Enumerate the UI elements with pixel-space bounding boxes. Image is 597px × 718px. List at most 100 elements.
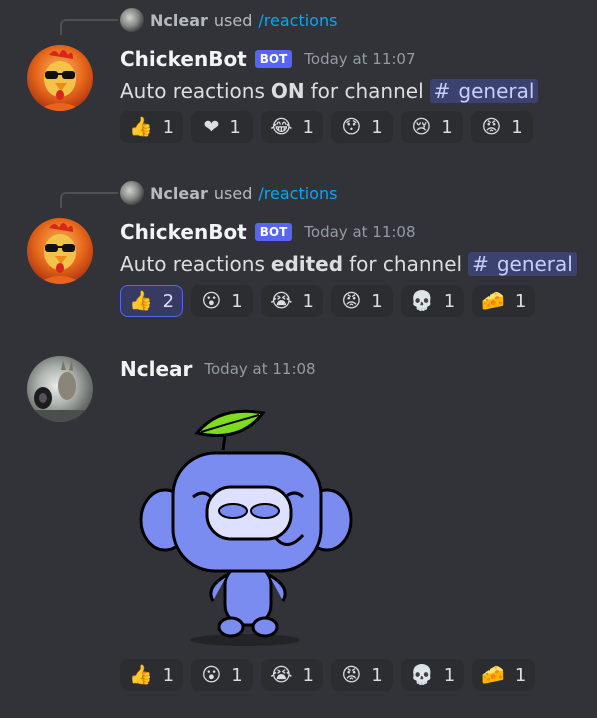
- reaction-count: 1: [511, 116, 523, 138]
- reaction-count: 2: [162, 290, 175, 312]
- reaction-bar: 👍 1 ❤ 1 😂 1 😯 1 😢 1 😡 1: [120, 111, 534, 143]
- author-name[interactable]: Nclear: [120, 357, 192, 381]
- reaction-button[interactable]: 👍 2: [120, 285, 184, 317]
- reaction-emoji-icon: 🧀: [481, 289, 505, 312]
- reply-used-text: used: [213, 10, 253, 30]
- content-text-bold: edited: [270, 252, 344, 276]
- channel-name: general: [496, 252, 573, 276]
- channel-mention[interactable]: # general: [468, 252, 577, 276]
- message-header: ChickenBot BOT Today at 11:07: [120, 47, 416, 71]
- chicken-avatar-icon: [37, 223, 83, 284]
- reaction-emoji-icon: ❤: [203, 115, 220, 138]
- channel-mention[interactable]: # general: [429, 79, 539, 103]
- reaction-emoji-icon: 😡: [341, 663, 362, 686]
- reply-avatar[interactable]: [120, 181, 144, 205]
- reaction-emoji-icon: 👍: [129, 115, 153, 138]
- reply-username[interactable]: Nclear: [150, 11, 208, 30]
- message-header: ChickenBot BOT Today at 11:08: [120, 220, 416, 244]
- reaction-emoji-icon: 💀: [410, 663, 434, 686]
- author-name[interactable]: ChickenBot: [120, 220, 247, 244]
- avatar[interactable]: [27, 218, 93, 284]
- reaction-count: 1: [229, 116, 241, 138]
- reaction-button[interactable]: 💀 1: [401, 659, 465, 691]
- channel-hash-icon: #: [472, 252, 489, 276]
- reaction-button[interactable]: 😭 1: [261, 285, 324, 317]
- reaction-button[interactable]: 😡 1: [331, 659, 394, 691]
- content-text-after: for channel: [310, 79, 424, 103]
- timestamp[interactable]: Today at 11:07: [304, 50, 415, 68]
- reaction-count: 1: [443, 290, 456, 312]
- reaction-emoji-icon: 😡: [341, 289, 362, 312]
- reply-context[interactable]: Nclear used /reactions: [120, 181, 337, 205]
- reaction-count: 1: [514, 290, 527, 312]
- reaction-button[interactable]: 😯 1: [331, 111, 394, 143]
- reaction-button[interactable]: 🧀 1: [472, 659, 536, 691]
- reply-context[interactable]: Nclear used /reactions: [120, 8, 337, 32]
- reaction-emoji-icon: 😯: [341, 115, 362, 138]
- avatar[interactable]: [27, 356, 93, 422]
- reply-avatar[interactable]: [120, 8, 144, 32]
- content-text-bold: ON: [270, 79, 305, 103]
- timestamp[interactable]: Today at 11:08: [204, 360, 315, 378]
- reaction-button[interactable]: 🧀 1: [472, 285, 536, 317]
- reaction-emoji-icon: 🧀: [481, 663, 505, 686]
- reaction-button[interactable]: 😂 1: [261, 111, 324, 143]
- reaction-button[interactable]: 😮 1: [191, 285, 254, 317]
- chicken-avatar-icon: [37, 50, 83, 111]
- channel-hash-icon: #: [433, 79, 451, 103]
- reaction-button[interactable]: 😮 1: [191, 659, 254, 691]
- avatar[interactable]: [27, 45, 93, 111]
- reaction-count: 1: [231, 290, 243, 312]
- message-content: Auto reactions ON for channel # general: [120, 77, 539, 105]
- reaction-emoji-icon: 😢: [411, 115, 432, 138]
- reaction-button[interactable]: 😡 1: [471, 111, 534, 143]
- reaction-button[interactable]: 👍 1: [120, 659, 184, 691]
- content-text-after: for channel: [349, 252, 463, 276]
- reaction-count: 1: [514, 664, 527, 686]
- reaction-emoji-icon: 👍: [129, 663, 153, 686]
- reaction-count: 1: [162, 116, 175, 138]
- reaction-count: 1: [443, 664, 456, 686]
- wumpus-sticker-icon: [139, 409, 353, 646]
- reaction-emoji-icon: 👍: [129, 289, 153, 312]
- bot-tag: BOT: [254, 50, 293, 68]
- reaction-count: 1: [371, 664, 383, 686]
- reaction-button[interactable]: 😢 1: [401, 111, 464, 143]
- message-header: Nclear Today at 11:08: [120, 357, 316, 381]
- reaction-emoji-icon: 😭: [270, 289, 293, 312]
- reply-connector: [60, 192, 118, 208]
- reaction-bar: 👍 1 😮 1 😭 1 😡 1 💀 1 🧀 1: [120, 659, 536, 691]
- reaction-emoji-icon: 😂: [270, 115, 293, 138]
- reply-connector: [60, 19, 118, 35]
- reaction-emoji-icon: 💀: [410, 289, 434, 312]
- reply-command[interactable]: /reactions: [258, 11, 337, 30]
- reaction-button[interactable]: 😡 1: [331, 285, 394, 317]
- timestamp[interactable]: Today at 11:08: [304, 223, 415, 241]
- reply-command[interactable]: /reactions: [258, 184, 337, 203]
- reaction-count: 1: [302, 290, 314, 312]
- wumpus-sticker[interactable]: [135, 405, 355, 650]
- reaction-button[interactable]: 💀 1: [401, 285, 465, 317]
- reaction-emoji-icon: 😮: [201, 663, 222, 686]
- reaction-button[interactable]: 😭 1: [261, 659, 324, 691]
- reply-username[interactable]: Nclear: [150, 184, 208, 203]
- reply-used-text: used: [213, 183, 253, 203]
- content-text-before: Auto reactions: [120, 79, 265, 103]
- reaction-button[interactable]: ❤ 1: [191, 111, 254, 143]
- reaction-count: 1: [371, 290, 383, 312]
- reaction-count: 1: [162, 664, 175, 686]
- reaction-count: 1: [231, 664, 243, 686]
- reaction-emoji-icon: 😭: [270, 663, 293, 686]
- bot-tag: BOT: [254, 223, 293, 241]
- reaction-count: 1: [371, 116, 383, 138]
- reaction-count: 1: [302, 664, 314, 686]
- reaction-emoji-icon: 😮: [201, 289, 222, 312]
- reaction-button[interactable]: 👍 1: [120, 111, 184, 143]
- message-content: Auto reactions edited for channel # gene…: [120, 250, 577, 278]
- author-name[interactable]: ChickenBot: [120, 47, 247, 71]
- reaction-count: 1: [441, 116, 453, 138]
- reaction-bar: 👍 2 😮 1 😭 1 😡 1 💀 1 🧀 1: [120, 285, 536, 317]
- reaction-emoji-icon: 😡: [481, 115, 502, 138]
- channel-name: general: [458, 79, 535, 103]
- kangaroo-avatar-icon: [27, 360, 93, 422]
